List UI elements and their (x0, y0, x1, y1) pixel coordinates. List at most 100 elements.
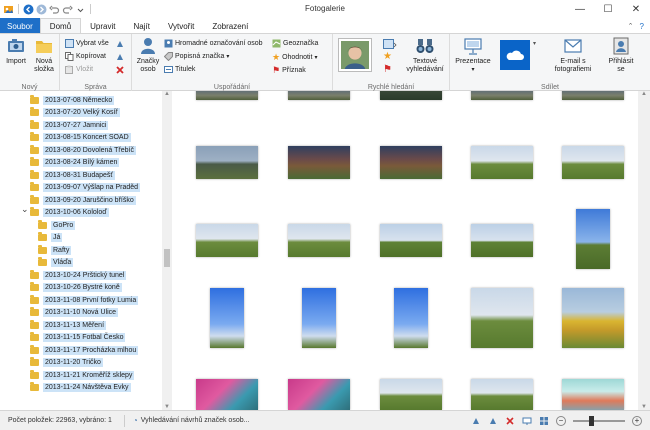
onedrive-button[interactable] (500, 40, 530, 70)
zoom-out-button[interactable]: − (556, 415, 566, 426)
photo-thumbnail[interactable] (471, 146, 533, 179)
forward-icon[interactable] (36, 4, 47, 15)
flag-filter-icon[interactable]: ⚑ (383, 64, 392, 75)
caption-button[interactable]: Titulek (164, 65, 195, 74)
zoom-slider[interactable] (573, 415, 625, 426)
rotate-right-icon[interactable] (115, 52, 125, 62)
nav-tree-item[interactable]: 2013-07-08 Německo (30, 94, 115, 106)
copy-button[interactable]: Kopírovat (65, 52, 106, 61)
photo-thumbnail[interactable] (288, 146, 350, 179)
expand-chevron-icon[interactable]: ⌄ (21, 204, 29, 215)
slideshow-button[interactable]: Prezentace ▾ (453, 36, 493, 74)
close-button[interactable]: ✕ (622, 0, 650, 18)
nav-tree-item[interactable]: 2013-10-24 Prštický tunel (30, 269, 127, 281)
nav-tree-item[interactable]: 2013-11-13 Měření (30, 319, 107, 331)
nav-tree-item[interactable]: 2013-08-15 Koncert SOAD (30, 132, 131, 144)
sign-in-button[interactable]: Přihlásit se (605, 36, 637, 74)
flag-button[interactable]: ⚑ Příznak (272, 65, 306, 76)
content-scrollbar[interactable]: ▲ ▼ (638, 91, 650, 410)
slideshow-icon[interactable] (522, 416, 532, 426)
nav-tree-item[interactable]: 2013-11-21 Kroměříž sklepy (30, 369, 135, 381)
tab-vytvorit[interactable]: Vytvořit (159, 18, 203, 34)
nav-tree-item[interactable]: 2013-11-08 První fotky Lumia (30, 294, 139, 306)
photo-thumbnail[interactable] (394, 288, 428, 348)
delete-icon[interactable] (505, 416, 515, 426)
photo-thumbnail[interactable] (471, 288, 533, 348)
new-folder-button[interactable]: Nová složka (31, 36, 57, 74)
redo-icon[interactable] (62, 4, 73, 15)
nav-tree-item[interactable]: Vláďa (38, 257, 74, 269)
photo-thumbnail[interactable] (380, 91, 442, 100)
onedrive-chevron-icon[interactable]: ▾ (533, 40, 536, 47)
nav-tree-item[interactable]: ⌄ 2013-10-06 Kololoď (21, 204, 109, 219)
nav-tree-item[interactable]: GoPro (38, 219, 76, 231)
nav-tree-item[interactable]: 2013-07-20 Velký Kosíř (30, 107, 120, 119)
select-all-button[interactable]: Vybrat vše (65, 39, 109, 48)
descriptive-tag-button[interactable]: Popisná značka ▾ (164, 52, 229, 61)
nav-tree-item[interactable]: 2013-09-20 Jaruščino bříško (30, 194, 136, 206)
rating-button[interactable]: ★ Ohodnotit ▾ (272, 52, 317, 63)
nav-tree-item[interactable]: 2013-11-24 Návštěva Evky (30, 382, 131, 394)
nav-tree-item[interactable]: 2013-09-07 Výšlap na Praděd (30, 182, 141, 194)
photo-thumbnail[interactable] (196, 146, 258, 179)
text-search-button[interactable]: Textové vyhledávání (403, 36, 447, 74)
nav-tree-item[interactable]: 2013-11-17 Procházka mlhou (30, 344, 139, 356)
zoom-in-button[interactable]: + (632, 415, 642, 426)
tab-najit[interactable]: Najít (124, 18, 158, 34)
photo-thumbnail[interactable] (471, 91, 533, 100)
help-icon[interactable]: ? (640, 22, 644, 31)
delete-icon[interactable] (115, 65, 125, 75)
nav-tree-item[interactable]: 2013-11-20 Tričko (30, 357, 103, 369)
photo-thumbnail[interactable] (288, 379, 350, 410)
tab-upravit[interactable]: Upravit (81, 18, 124, 34)
photo-thumbnail[interactable] (288, 224, 350, 257)
scroll-up-icon[interactable]: ▲ (638, 91, 650, 97)
people-tags-button[interactable]: Značky osob (134, 36, 162, 74)
tab-soubor[interactable]: Soubor (0, 18, 40, 34)
photo-thumbnail[interactable] (380, 146, 442, 179)
nav-tree-item[interactable]: Rafty (38, 244, 72, 256)
tab-zobrazeni[interactable]: Zobrazení (203, 18, 257, 34)
photo-thumbnail[interactable] (562, 288, 624, 348)
photo-thumbnail[interactable] (562, 379, 624, 410)
photo-thumbnail[interactable] (380, 379, 442, 410)
tab-domu[interactable]: Domů (39, 18, 82, 34)
photo-thumbnail[interactable] (302, 288, 336, 348)
rating-filter-icon[interactable]: ★ (383, 51, 392, 62)
zoom-icon[interactable] (539, 416, 549, 426)
nav-tree-item[interactable]: 2013-08-24 Bílý kámen (30, 157, 120, 169)
maximize-button[interactable]: ☐ (594, 0, 622, 18)
date-filter-icon[interactable] (383, 39, 397, 49)
nav-tree-item[interactable]: 2013-08-20 Dovolená Třebíč (30, 144, 136, 156)
nav-tree-item[interactable]: 2013-10-26 Bystré koně (30, 282, 122, 294)
nav-scrollbar[interactable]: ▲ ▼ (162, 91, 172, 410)
rotate-right-icon[interactable] (488, 416, 498, 426)
undo-icon[interactable] (49, 4, 60, 15)
photo-thumbnail[interactable] (196, 379, 258, 410)
scroll-up-icon[interactable]: ▲ (162, 91, 172, 97)
paste-button[interactable]: Vložit (65, 65, 93, 74)
photo-thumbnail[interactable] (288, 91, 350, 100)
minimize-button[interactable]: — (566, 0, 594, 18)
nav-scrollbar-thumb[interactable] (164, 249, 170, 267)
nav-tree-item[interactable]: 2013-11-15 Fotbal Česko (30, 332, 126, 344)
photo-thumbnail[interactable] (562, 91, 624, 100)
nav-tree-item[interactable]: 2013-11-10 Nová Ulice (30, 307, 119, 319)
customize-qat-icon[interactable] (75, 4, 86, 15)
email-photos-button[interactable]: E-mail s fotografiemi (550, 36, 596, 74)
rotate-left-icon[interactable] (471, 416, 481, 426)
nav-tree-item[interactable]: 2013-08-31 Budapešť (30, 169, 116, 181)
rotate-left-icon[interactable] (115, 39, 125, 49)
photo-thumbnail[interactable] (576, 209, 610, 269)
bulk-tagging-button[interactable]: Hromadné označování osob (164, 39, 263, 48)
photo-thumbnail[interactable] (471, 379, 533, 410)
photo-thumbnail[interactable] (210, 288, 244, 348)
photo-thumbnail[interactable] (471, 224, 533, 257)
photo-thumbnail[interactable] (196, 224, 258, 257)
photo-thumbnail[interactable] (380, 224, 442, 257)
nav-tree-item[interactable]: 2013-07-27 Jamnici (30, 119, 109, 131)
import-button[interactable]: Import (3, 36, 29, 66)
minimize-ribbon-icon[interactable]: ⌃ (628, 22, 634, 30)
nav-tree-item[interactable]: Já (38, 232, 63, 244)
geotag-button[interactable]: Geoznačka (272, 39, 318, 48)
